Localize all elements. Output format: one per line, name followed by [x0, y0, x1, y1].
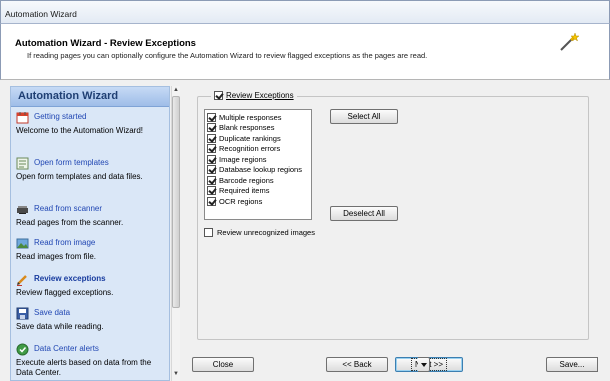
exception-checkbox[interactable] — [207, 123, 216, 133]
sidebar-item-label[interactable]: Save data — [34, 308, 70, 317]
sidebar-item-label[interactable]: Open form templates — [34, 158, 109, 167]
exception-label: Required items — [219, 186, 270, 196]
review-exceptions-toggle[interactable]: Review Exceptions — [211, 91, 297, 100]
page-title: Automation Wizard - Review Exceptions — [15, 38, 196, 49]
save-icon — [16, 307, 29, 320]
review-unrecognized-checkbox[interactable] — [204, 228, 213, 237]
image-icon — [16, 238, 29, 249]
exception-checkbox[interactable] — [207, 175, 216, 185]
list-item[interactable]: Image regions — [207, 154, 309, 165]
scroll-up-icon[interactable]: ▲ — [173, 87, 179, 93]
review-exceptions-label[interactable]: Review Exceptions — [226, 91, 294, 100]
form-template-icon — [16, 157, 29, 170]
list-item[interactable]: Multiple responses — [207, 112, 309, 123]
exception-checkbox[interactable] — [207, 196, 216, 206]
main-content: Review Exceptions Multiple responses Bla… — [180, 80, 610, 381]
window-titlebar: Automation Wizard — [0, 0, 610, 24]
exception-checkbox[interactable] — [207, 133, 216, 143]
scanner-icon — [17, 206, 28, 214]
page-description: If reading pages you can optionally conf… — [27, 51, 428, 60]
sidebar-scrollbar[interactable]: ▲ ▼ — [171, 86, 180, 381]
list-item[interactable]: Duplicate rankings — [207, 133, 309, 144]
exception-checkbox[interactable] — [207, 186, 216, 196]
sidebar-item-label[interactable]: Read from scanner — [34, 204, 102, 213]
close-button[interactable]: Close — [192, 357, 254, 372]
save-button[interactable]: Save... — [546, 357, 598, 372]
review-exceptions-group: Review Exceptions Multiple responses Bla… — [197, 91, 589, 340]
scrollbar-thumb[interactable] — [172, 96, 180, 308]
exception-label: Multiple responses — [219, 112, 282, 122]
exception-label: Image regions — [219, 154, 267, 164]
list-item[interactable]: OCR regions — [207, 196, 309, 207]
exception-label: Database lookup regions — [219, 165, 302, 175]
sidebar-item-description: Read images from file. — [16, 252, 97, 261]
list-item[interactable]: Required items — [207, 186, 309, 197]
exception-checkbox[interactable] — [207, 165, 216, 175]
exception-label: Blank responses — [219, 123, 275, 133]
sidebar-item-description: Review flagged exceptions. — [16, 288, 114, 297]
sidebar-item-description: Read pages from the scanner. — [16, 218, 124, 227]
exception-checkbox[interactable] — [207, 154, 216, 164]
check-circle-icon — [16, 343, 29, 356]
exception-checkbox[interactable] — [207, 144, 216, 154]
select-all-button[interactable]: Select All — [330, 109, 398, 124]
sidebar-item-description: Save data while reading. — [16, 322, 104, 331]
review-unrecognized-option[interactable]: Review unrecognized images — [204, 228, 315, 237]
exception-label: Recognition errors — [219, 144, 281, 154]
review-unrecognized-label[interactable]: Review unrecognized images — [217, 228, 315, 237]
sidebar-item-description: Open form templates and data files. — [16, 172, 143, 181]
exception-label: Barcode regions — [219, 175, 274, 185]
sidebar-item-description: Execute alerts based on data from the Da… — [16, 358, 152, 377]
window-title: Automation Wizard — [5, 9, 77, 19]
wizard-sidebar: Automation Wizard Getting started Welcom… — [10, 86, 170, 381]
sidebar-heading: Automation Wizard — [11, 87, 169, 107]
sidebar-item-label[interactable]: Getting started — [34, 112, 86, 121]
back-button[interactable]: << Back — [326, 357, 388, 372]
list-item[interactable]: Barcode regions — [207, 175, 309, 186]
deselect-all-button[interactable]: Deselect All — [330, 206, 398, 221]
sidebar-item-label[interactable]: Data Center alerts — [34, 344, 99, 353]
exception-types-list[interactable]: Multiple responses Blank responses Dupli… — [204, 109, 312, 220]
list-item[interactable]: Blank responses — [207, 123, 309, 134]
exception-label: Duplicate rankings — [219, 133, 281, 143]
exception-label: OCR regions — [219, 196, 263, 206]
getting-started-icon — [16, 112, 29, 124]
magic-wand-icon — [560, 32, 580, 51]
sidebar-item-label[interactable]: Read from image — [34, 238, 95, 247]
scroll-down-icon[interactable]: ▼ — [173, 371, 179, 377]
save-dropdown-arrow[interactable] — [418, 357, 430, 372]
sidebar-item-label[interactable]: Review exceptions — [34, 274, 106, 283]
page-header: Automation Wizard - Review Exceptions If… — [0, 24, 610, 80]
list-item[interactable]: Database lookup regions — [207, 165, 309, 176]
pencil-icon — [17, 275, 27, 286]
sidebar-item-description: Welcome to the Automation Wizard! — [16, 126, 144, 135]
exception-checkbox[interactable] — [207, 112, 216, 122]
list-item[interactable]: Recognition errors — [207, 144, 309, 155]
review-exceptions-checkbox[interactable] — [214, 91, 223, 100]
